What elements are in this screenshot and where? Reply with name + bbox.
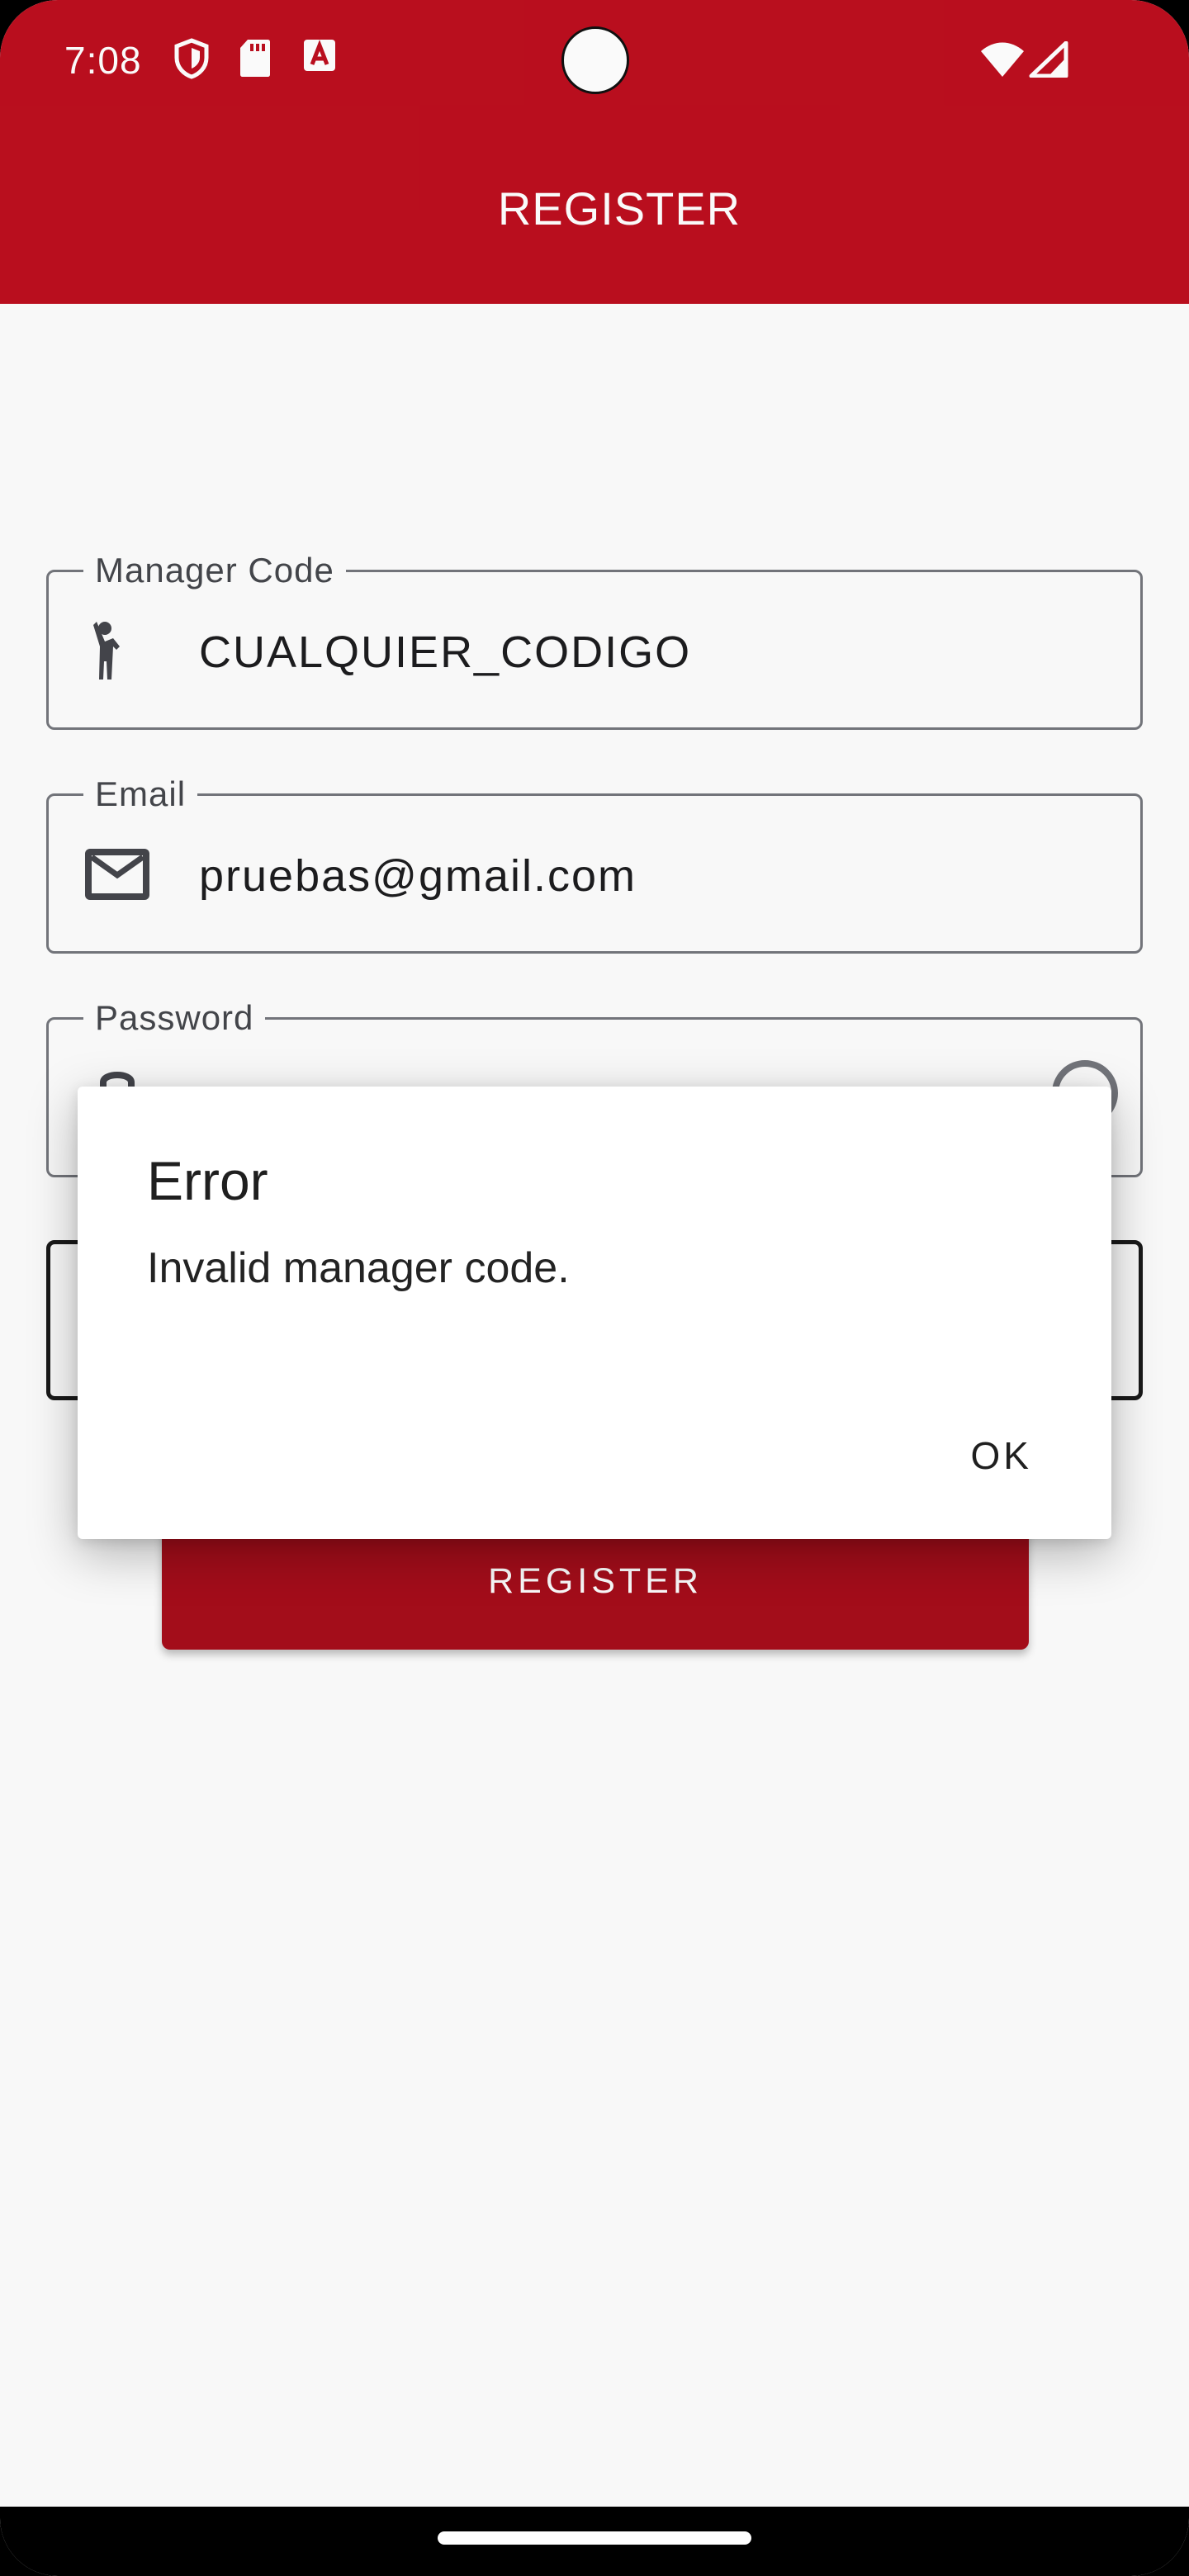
- home-gesture-handle[interactable]: [438, 2531, 751, 2545]
- error-dialog: Error Invalid manager code. OK: [78, 1087, 1111, 1539]
- dialog-title: Error: [147, 1150, 268, 1211]
- dialog-message: Invalid manager code.: [147, 1244, 570, 1292]
- screen: 7:08 REGISTER Manager Code CUALQUIER_COD…: [0, 0, 1189, 2576]
- ok-button[interactable]: OK: [971, 1433, 1032, 1478]
- navigation-bar: [0, 2507, 1189, 2576]
